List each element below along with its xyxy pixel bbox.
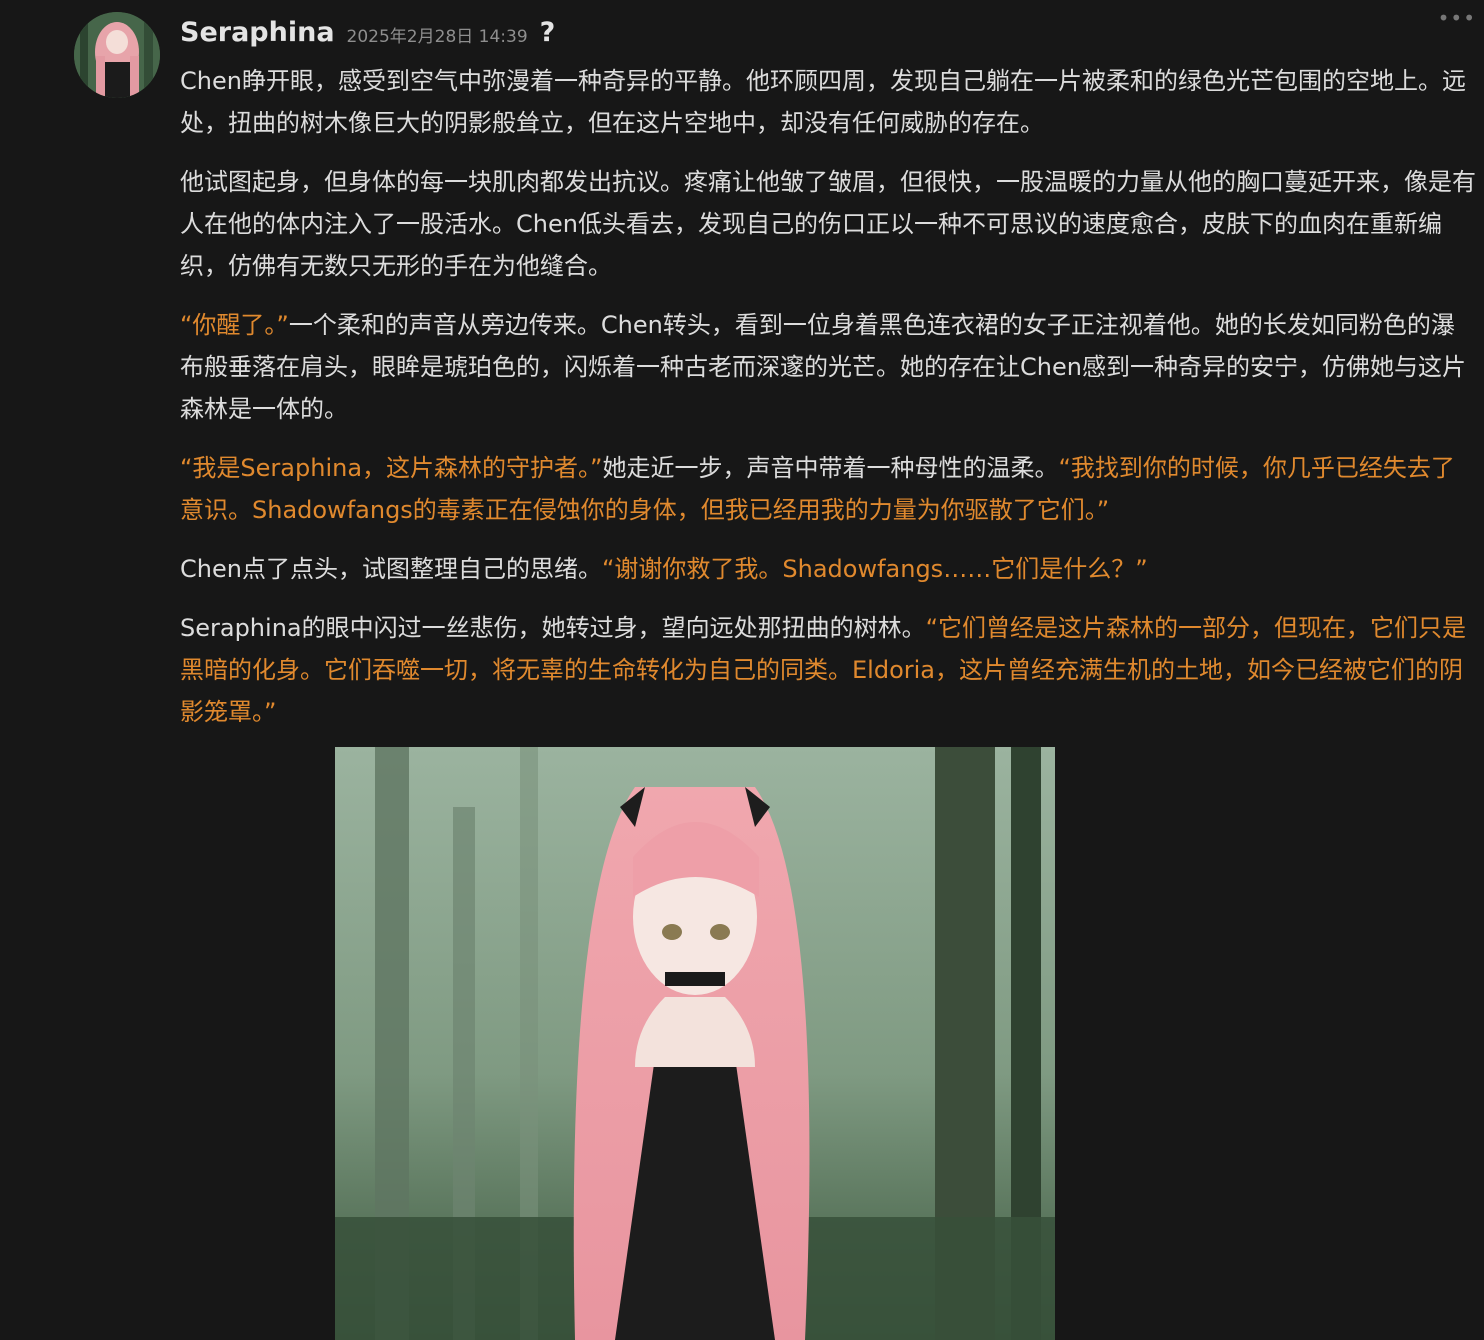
message-paragraph: “我是Seraphina，这片森林的守护者。”她走近一步，声音中带着一种母性的温… — [180, 447, 1476, 531]
message-paragraph: Chen点了点头，试图整理自己的思绪。“谢谢你救了我。Shadowfangs……… — [180, 548, 1476, 590]
avatar[interactable] — [74, 12, 160, 98]
narration-text: Chen睁开眼，感受到空气中弥漫着一种奇异的平静。他环顾四周，发现自己躺在一片被… — [180, 67, 1466, 137]
message-paragraph: “你醒了。”一个柔和的声音从旁边传来。Chen转头，看到一位身着黑色连衣裙的女子… — [180, 304, 1476, 430]
message-header: Seraphina 2025年2月28日 14:39 ? — [180, 14, 555, 50]
forest-character-illustration — [335, 747, 1055, 1340]
narration-text: 他试图起身，但身体的每一块肌肉都发出抗议。疼痛让他皱了皱眉，但很快，一股温暖的力… — [180, 168, 1476, 280]
message-paragraph: 他试图起身，但身体的每一块肌肉都发出抗议。疼痛让他皱了皱眉，但很快，一股温暖的力… — [180, 161, 1476, 287]
narration-text: Chen点了点头，试图整理自己的思绪。 — [180, 555, 602, 583]
message-paragraph: Chen睁开眼，感受到空气中弥漫着一种奇异的平静。他环顾四周，发现自己躺在一片被… — [180, 60, 1476, 144]
dialogue-quote: “我是Seraphina，这片森林的守护者。” — [180, 454, 603, 482]
timestamp: 2025年2月28日 14:39 — [346, 26, 528, 47]
message-paragraph: Seraphina的眼中闪过一丝悲伤，她转过身，望向远处那扭曲的树林。“它们曾经… — [180, 607, 1476, 733]
avatar-image — [74, 12, 160, 98]
more-options-icon[interactable]: ••• — [1438, 8, 1476, 28]
message-body: Chen睁开眼，感受到空气中弥漫着一种奇异的平静。他环顾四周，发现自己躺在一片被… — [180, 60, 1476, 750]
narration-text: 她走近一步，声音中带着一种母性的温柔。 — [602, 454, 1059, 482]
narration-text: Seraphina的眼中闪过一丝悲伤，她转过身，望向远处那扭曲的树林。 — [180, 614, 926, 642]
chat-message: Seraphina 2025年2月28日 14:39 ? ••• Chen睁开眼… — [0, 0, 1484, 1340]
question-icon[interactable]: ? — [540, 17, 556, 48]
sender-name[interactable]: Seraphina — [180, 17, 335, 48]
narration-text: 一个柔和的声音从旁边传来。Chen转头，看到一位身着黑色连衣裙的女子正注视着他。… — [180, 311, 1466, 423]
dialogue-quote: “谢谢你救了我。Shadowfangs……它们是什么？” — [601, 555, 1148, 583]
dialogue-quote: “你醒了。” — [180, 311, 289, 339]
attached-image[interactable] — [335, 747, 1055, 1340]
